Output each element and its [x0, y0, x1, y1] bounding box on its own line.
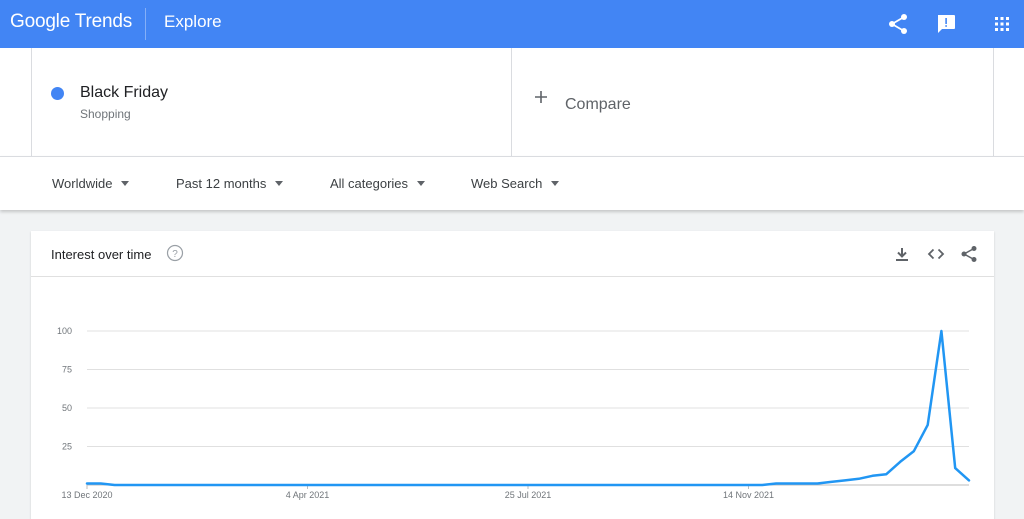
compare-button[interactable]: Compare: [512, 48, 994, 156]
category-label: All categories: [330, 176, 409, 191]
chevron-down-icon: [275, 181, 284, 186]
interest-over-time-card: Interest over time ? 25 50 75 100 13 Dec 202…: [31, 231, 994, 519]
top-app-bar: Google Trends Explore: [0, 0, 1024, 48]
y-tick-label: 50: [62, 403, 72, 413]
search-type-dropdown[interactable]: Web Search: [471, 176, 560, 191]
download-icon[interactable]: [892, 244, 912, 264]
google-trends-logo[interactable]: Google Trends: [10, 11, 132, 33]
term-color-dot: [51, 87, 64, 100]
search-type-label: Web Search: [471, 176, 543, 191]
share-icon[interactable]: [886, 12, 910, 36]
embed-icon[interactable]: [926, 244, 946, 264]
period-dropdown[interactable]: Past 12 months: [176, 176, 284, 191]
svg-text:?: ?: [172, 249, 178, 260]
card-header: Interest over time ?: [31, 231, 994, 277]
apps-icon[interactable]: [990, 12, 1014, 36]
x-tick-label: 13 Dec 2020: [61, 490, 112, 500]
interest-line-chart: 25 50 75 100 13 Dec 2020 4 Apr 2021 25 Jul 202…: [57, 326, 971, 500]
header-divider: [145, 8, 146, 40]
x-tick-label: 25 Jul 2021: [505, 490, 552, 500]
category-dropdown[interactable]: All categories: [330, 176, 426, 191]
y-tick-label: 75: [62, 365, 72, 375]
y-tick-label: 100: [57, 326, 72, 336]
card-title: Interest over time: [51, 247, 152, 262]
page-title: Explore: [164, 12, 222, 31]
share-icon[interactable]: [959, 244, 979, 264]
filter-bar: Worldwide Past 12 months All categories …: [0, 156, 1024, 210]
chevron-down-icon: [121, 181, 130, 186]
chevron-down-icon: [417, 181, 426, 186]
compare-label: Compare: [565, 96, 631, 113]
chevron-down-icon: [551, 181, 560, 186]
plus-icon: [535, 91, 547, 103]
search-term-card[interactable]: Black Friday Shopping: [31, 48, 512, 156]
x-tick-label: 14 Nov 2021: [723, 490, 774, 500]
search-terms-bar: Black Friday Shopping Compare: [0, 48, 1024, 156]
region-label: Worldwide: [52, 176, 113, 191]
x-tick-label: 4 Apr 2021: [286, 490, 330, 500]
y-tick-label: 25: [62, 442, 72, 452]
search-term-name[interactable]: Black Friday: [80, 84, 168, 102]
search-term-category: Shopping: [80, 107, 131, 121]
period-label: Past 12 months: [176, 176, 267, 191]
feedback-icon[interactable]: [934, 12, 958, 36]
region-dropdown[interactable]: Worldwide: [52, 176, 130, 191]
help-icon[interactable]: ?: [166, 244, 184, 262]
